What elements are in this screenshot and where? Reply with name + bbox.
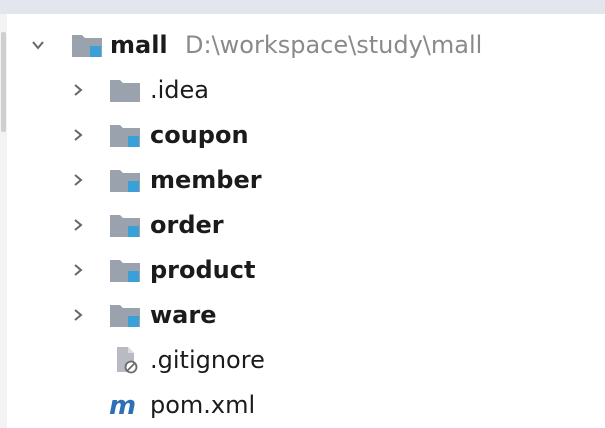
gitignore-file-icon xyxy=(108,346,142,374)
tree-node-product[interactable]: product xyxy=(0,247,605,292)
module-folder-icon xyxy=(108,166,142,194)
chevron-down-icon[interactable] xyxy=(30,37,46,53)
tree-node-label: order xyxy=(150,210,224,239)
tree-node-label: mall xyxy=(110,30,168,59)
tree-node-order[interactable]: order xyxy=(0,202,605,247)
tree-node-label: product xyxy=(150,255,256,284)
panel-header-strip xyxy=(0,0,605,14)
module-folder-icon xyxy=(70,31,104,59)
tree-node-label: .gitignore xyxy=(150,345,265,374)
chevron-right-icon[interactable] xyxy=(70,307,86,323)
tree-node-label: pom.xml xyxy=(150,390,256,419)
folder-icon xyxy=(108,76,142,104)
svg-text:m: m xyxy=(109,392,136,418)
chevron-right-icon[interactable] xyxy=(70,127,86,143)
tree-node-label: member xyxy=(150,165,262,194)
tree-node-pom-xml[interactable]: m pom.xml xyxy=(0,382,605,427)
project-tree: mall D:\workspace\study\mall .idea coupo… xyxy=(0,22,605,427)
tree-node-ware[interactable]: ware xyxy=(0,292,605,337)
maven-icon: m xyxy=(108,391,142,419)
tree-node-gitignore[interactable]: .gitignore xyxy=(0,337,605,382)
tree-node-idea[interactable]: .idea xyxy=(0,67,605,112)
module-folder-icon xyxy=(108,301,142,329)
tree-node-label: coupon xyxy=(150,120,249,149)
module-folder-icon xyxy=(108,211,142,239)
module-folder-icon xyxy=(108,256,142,284)
chevron-right-icon[interactable] xyxy=(70,217,86,233)
project-path: D:\workspace\study\mall xyxy=(185,30,483,59)
module-folder-icon xyxy=(108,121,142,149)
chevron-right-icon[interactable] xyxy=(70,82,86,98)
chevron-right-icon[interactable] xyxy=(70,172,86,188)
chevron-right-icon[interactable] xyxy=(70,262,86,278)
tree-node-label: .idea xyxy=(150,75,210,104)
tree-node-member[interactable]: member xyxy=(0,157,605,202)
tree-node-coupon[interactable]: coupon xyxy=(0,112,605,157)
tree-node-label: ware xyxy=(150,300,217,329)
project-tree-panel: mall D:\workspace\study\mall .idea coupo… xyxy=(0,0,605,428)
tree-node-root-mall[interactable]: mall D:\workspace\study\mall xyxy=(0,22,605,67)
